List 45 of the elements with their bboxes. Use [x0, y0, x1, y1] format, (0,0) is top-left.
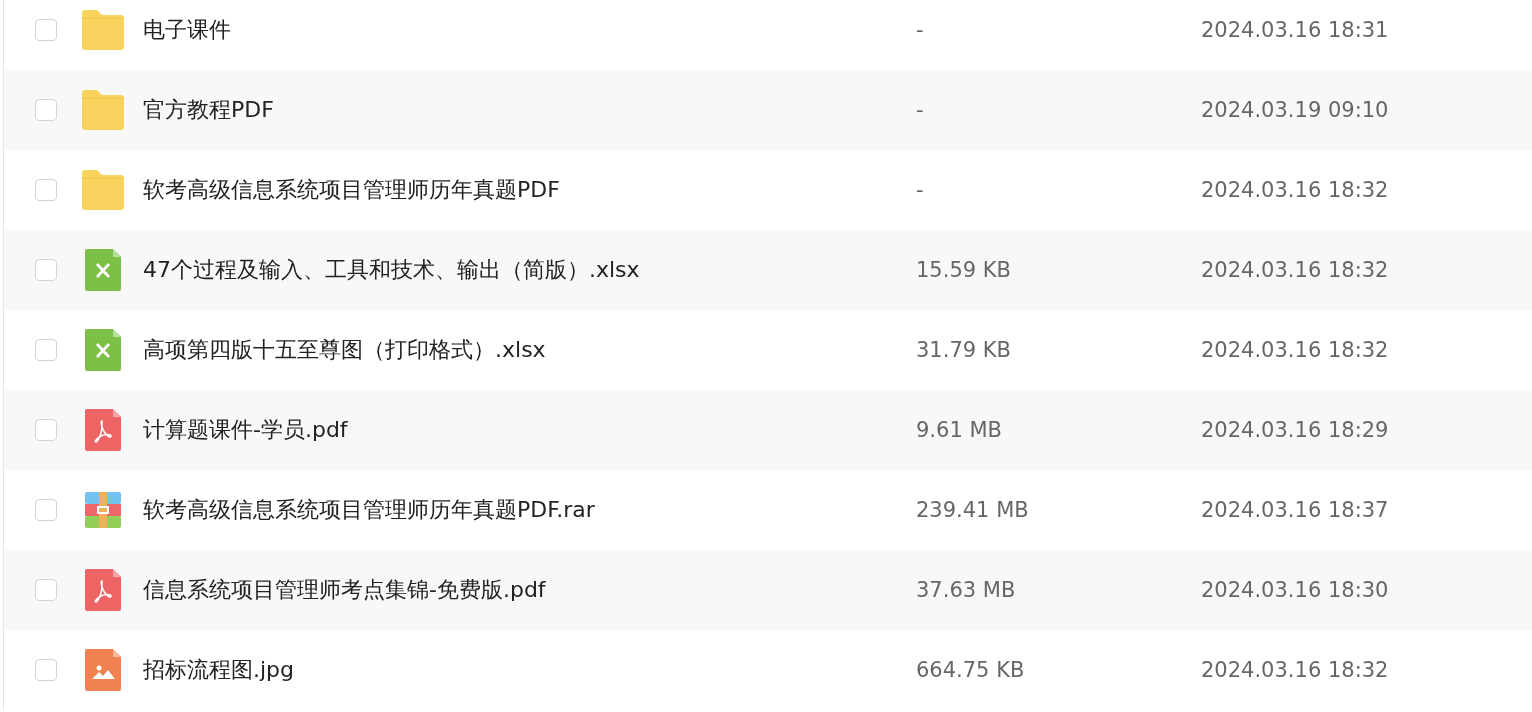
checkbox[interactable] [35, 579, 57, 601]
file-size: 37.63 MB [916, 578, 1017, 602]
checkbox[interactable] [35, 339, 57, 361]
file-size: - [916, 98, 925, 122]
checkbox[interactable] [35, 419, 57, 441]
checkbox[interactable] [35, 99, 57, 121]
image-file-icon [85, 649, 121, 691]
spreadsheet-icon [85, 329, 121, 371]
file-name[interactable]: 电子课件 [143, 15, 916, 45]
modified-date: 2024.03.16 18:29 [1201, 418, 1389, 442]
modified-date: 2024.03.16 18:37 [1201, 498, 1389, 522]
checkbox[interactable] [35, 179, 57, 201]
file-size: - [916, 18, 925, 42]
spreadsheet-icon [85, 249, 121, 291]
file-name[interactable]: 高项第四版十五至尊图（打印格式）.xlsx [143, 335, 916, 365]
file-name[interactable]: 软考高级信息系统项目管理师历年真题PDF.rar [143, 495, 916, 525]
checkbox[interactable] [35, 659, 57, 681]
folder-icon [82, 10, 124, 50]
archive-icon [85, 492, 121, 528]
file-size: 9.61 MB [916, 418, 1003, 442]
pdf-icon [85, 409, 121, 451]
file-size: 239.41 MB [916, 498, 1030, 522]
modified-date: 2024.03.16 18:32 [1201, 658, 1389, 682]
modified-date: 2024.03.16 18:32 [1201, 338, 1389, 362]
folder-icon [82, 90, 124, 130]
file-size: 15.59 KB [916, 258, 1012, 282]
checkbox[interactable] [35, 499, 57, 521]
file-size: 664.75 KB [916, 658, 1026, 682]
file-name[interactable]: 软考高级信息系统项目管理师历年真题PDF [143, 175, 916, 205]
file-size: - [916, 178, 925, 202]
modified-date: 2024.03.19 09:10 [1201, 98, 1389, 122]
folder-icon [82, 170, 124, 210]
file-name[interactable]: 官方教程PDF [143, 95, 916, 125]
file-name[interactable]: 计算题课件-学员.pdf [143, 415, 916, 445]
modified-date: 2024.03.16 18:30 [1201, 578, 1389, 602]
checkbox[interactable] [35, 19, 57, 41]
file-name[interactable]: 信息系统项目管理师考点集锦-免费版.pdf [143, 575, 916, 605]
modified-date: 2024.03.16 18:31 [1201, 18, 1389, 42]
file-name[interactable]: 招标流程图.jpg [143, 655, 916, 685]
modified-date: 2024.03.16 18:32 [1201, 258, 1389, 282]
file-size: 31.79 KB [916, 338, 1012, 362]
checkbox[interactable] [35, 259, 57, 281]
modified-date: 2024.03.16 18:32 [1201, 178, 1389, 202]
pdf-icon [85, 569, 121, 611]
file-name[interactable]: 47个过程及输入、工具和技术、输出（简版）.xlsx [143, 255, 916, 285]
